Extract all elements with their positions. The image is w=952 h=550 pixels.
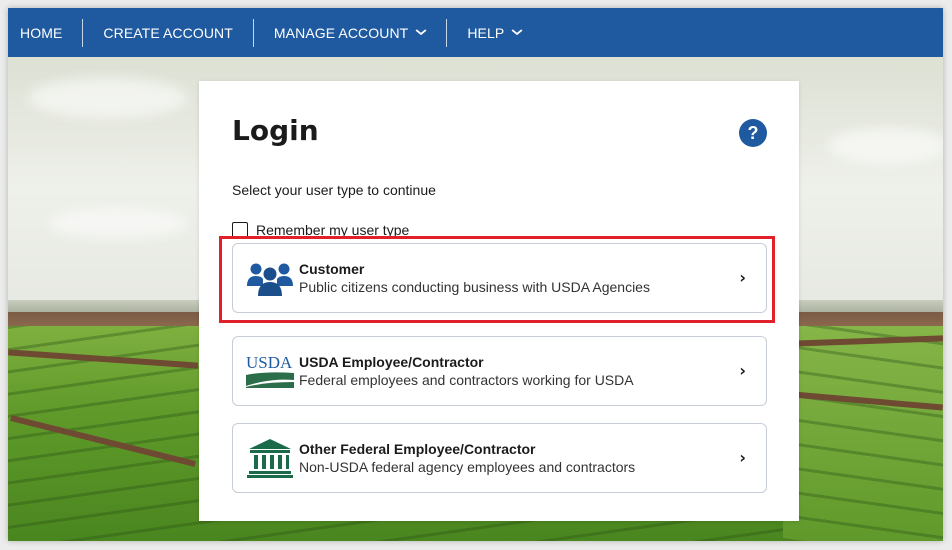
option-federal-description: Non-USDA federal agency employees and co… xyxy=(299,459,636,475)
nav-create-account-label: CREATE ACCOUNT xyxy=(103,24,233,41)
nav-manage-account-label: MANAGE ACCOUNT xyxy=(273,24,409,41)
nav-help[interactable]: HELP xyxy=(447,19,542,47)
nav-home-label: HOME xyxy=(20,24,63,41)
usda-logo-icon: USDA xyxy=(243,349,297,393)
option-usda-description: Federal employees and contractors workin… xyxy=(299,372,634,388)
option-usda-title: USDA Employee/Contractor xyxy=(299,354,484,370)
chevron-down-icon xyxy=(415,27,427,39)
login-subtitle: Select your user type to continue xyxy=(232,182,436,198)
page-title: Login xyxy=(232,114,319,147)
government-building-icon xyxy=(243,436,297,480)
chevron-right-icon: › xyxy=(739,448,746,467)
usda-logo-text: USDA xyxy=(246,353,293,372)
top-nav: HOME CREATE ACCOUNT MANAGE ACCOUNT HELP xyxy=(8,8,943,57)
option-usda-employee[interactable]: USDA USDA Employee/Contractor Federal em… xyxy=(232,336,767,406)
nav-home[interactable]: HOME xyxy=(8,18,84,47)
nav-manage-account[interactable]: MANAGE ACCOUNT xyxy=(254,18,448,47)
nav-create-account[interactable]: CREATE ACCOUNT xyxy=(83,18,254,47)
option-federal-employee[interactable]: Other Federal Employee/Contractor Non-US… xyxy=(232,423,767,493)
option-federal-title: Other Federal Employee/Contractor xyxy=(299,441,536,457)
chevron-down-icon xyxy=(511,27,523,39)
nav-help-label: HELP xyxy=(467,24,505,41)
help-icon[interactable]: ? xyxy=(739,119,767,147)
chevron-right-icon: › xyxy=(739,361,746,380)
highlight-box xyxy=(219,236,775,323)
